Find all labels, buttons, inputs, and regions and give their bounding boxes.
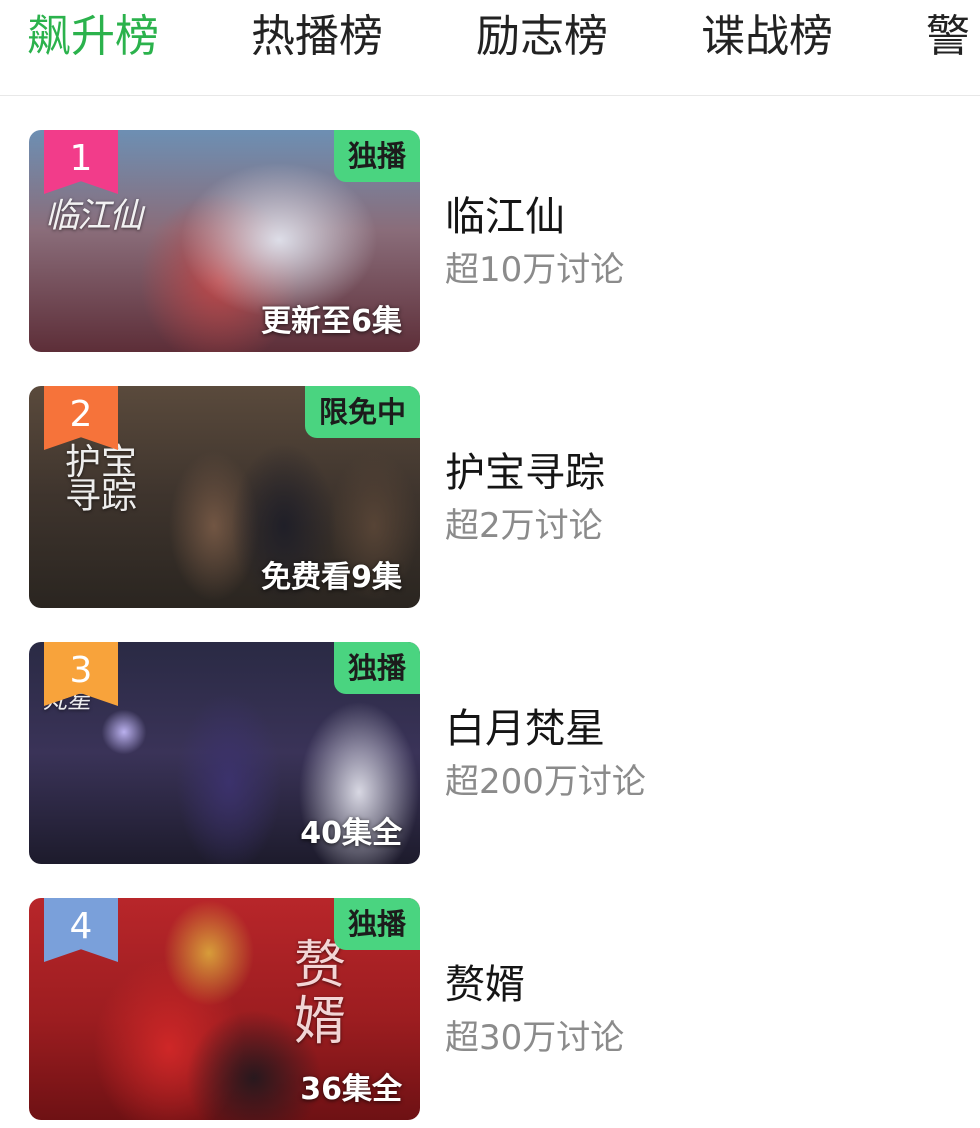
exclusive-tag: 独播 — [333, 642, 420, 694]
show-title[interactable]: 白月梵星 — [445, 704, 646, 754]
poster-image[interactable]: 护宝寻踪 2 限免中 免费看9集 — [29, 386, 420, 608]
ranking-tab-bar: 飙升榜 热播榜 励志榜 谍战榜 警 — [0, 0, 980, 96]
show-title[interactable]: 临江仙 — [445, 192, 624, 242]
item-info: 白月梵星 超200万讨论 — [445, 704, 646, 804]
discussion-count: 超2万讨论 — [445, 506, 603, 546]
item-info: 临江仙 超10万讨论 — [445, 192, 624, 292]
poster-image[interactable]: 梵星 3 独播 40集全 — [29, 642, 420, 864]
episode-status: 40集全 — [300, 816, 402, 851]
episode-status: 更新至6集 — [261, 304, 402, 339]
poster-image[interactable]: 赘婿 4 独播 36集全 — [29, 898, 420, 1120]
show-title[interactable]: 赘婿 — [445, 960, 624, 1010]
list-item[interactable]: 护宝寻踪 2 限免中 免费看9集 护宝寻踪 超2万讨论 — [0, 386, 980, 616]
exclusive-tag: 独播 — [333, 898, 420, 950]
tab-rising[interactable]: 飙升榜 — [27, 8, 159, 66]
show-title[interactable]: 护宝寻踪 — [445, 448, 605, 498]
free-limited-tag: 限免中 — [304, 386, 420, 438]
episode-status: 36集全 — [300, 1072, 402, 1107]
discussion-count: 超10万讨论 — [445, 250, 625, 290]
discussion-count: 超200万讨论 — [445, 762, 646, 802]
item-info: 护宝寻踪 超2万讨论 — [445, 448, 605, 548]
exclusive-tag: 独播 — [333, 130, 420, 182]
list-item[interactable]: 梵星 3 独播 40集全 白月梵星 超200万讨论 — [0, 642, 980, 872]
poster-title-logo: 护宝寻踪 — [65, 442, 138, 517]
tab-police[interactable]: 警 — [926, 8, 970, 66]
poster-title-logo: 临江仙 — [45, 196, 143, 236]
episode-status: 免费看9集 — [261, 560, 402, 595]
poster-image[interactable]: 临江仙 1 独播 更新至6集 — [29, 130, 420, 352]
item-info: 赘婿 超30万讨论 — [445, 960, 624, 1060]
tab-hot[interactable]: 热播榜 — [251, 8, 383, 66]
list-item[interactable]: 临江仙 1 独播 更新至6集 临江仙 超10万讨论 — [0, 130, 980, 360]
list-item[interactable]: 赘婿 4 独播 36集全 赘婿 超30万讨论 — [0, 898, 980, 1128]
discussion-count: 超30万讨论 — [445, 1018, 625, 1058]
tab-inspirational[interactable]: 励志榜 — [476, 8, 608, 66]
tab-spy[interactable]: 谍战榜 — [701, 8, 833, 66]
poster-title-logo: 赘婿 — [294, 936, 347, 1052]
